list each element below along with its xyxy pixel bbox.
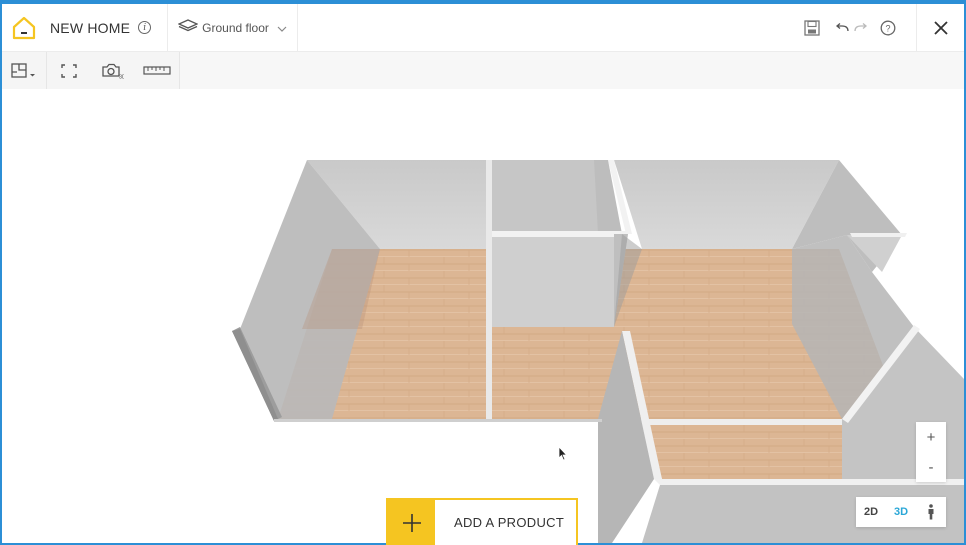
save-icon[interactable] [798, 4, 826, 52]
view-3d-button[interactable]: 3D [886, 497, 916, 527]
view-2d-button[interactable]: 2D [856, 497, 886, 527]
info-icon[interactable]: i [138, 21, 152, 34]
zoom-controls: + - [916, 422, 946, 482]
plus-icon [388, 500, 435, 545]
help-icon[interactable]: ? [874, 4, 902, 52]
view-mode-toggle: 2D 3D [856, 497, 946, 527]
add-product-button[interactable]: ADD A PRODUCT [386, 498, 578, 545]
person-view-icon[interactable] [916, 497, 946, 527]
header-actions: ? [798, 4, 964, 52]
house-logo-icon[interactable] [2, 4, 46, 52]
svg-text:?: ? [885, 24, 890, 34]
floor-plan-icon[interactable] [2, 52, 46, 89]
tool-group: 3D [2, 52, 180, 89]
mouse-cursor-icon [558, 445, 568, 466]
floor-selector[interactable]: Ground floor [177, 3, 298, 52]
close-icon[interactable] [916, 4, 964, 52]
fullscreen-icon[interactable] [47, 52, 91, 89]
floor-plan-3d-render [232, 160, 964, 543]
ruler-icon[interactable] [135, 52, 179, 89]
svg-text:3D: 3D [119, 74, 124, 79]
undo-icon[interactable] [832, 4, 852, 52]
divider [179, 52, 180, 89]
zoom-in-button[interactable]: + [916, 422, 946, 452]
chevron-down-icon [277, 19, 287, 37]
divider [167, 3, 169, 52]
add-product-label: ADD A PRODUCT [454, 515, 565, 530]
camera-3d-icon[interactable]: 3D [91, 52, 135, 89]
floor-label: Ground floor [202, 20, 269, 35]
top-bar: NEW HOME i Ground floor ? [2, 3, 964, 52]
3d-viewport[interactable] [2, 89, 964, 543]
zoom-out-button[interactable]: - [916, 452, 946, 482]
project-title[interactable]: NEW HOME [50, 20, 130, 36]
redo-icon[interactable] [852, 4, 870, 52]
view-toolbar: 3D [2, 52, 964, 89]
layers-icon [177, 18, 199, 37]
